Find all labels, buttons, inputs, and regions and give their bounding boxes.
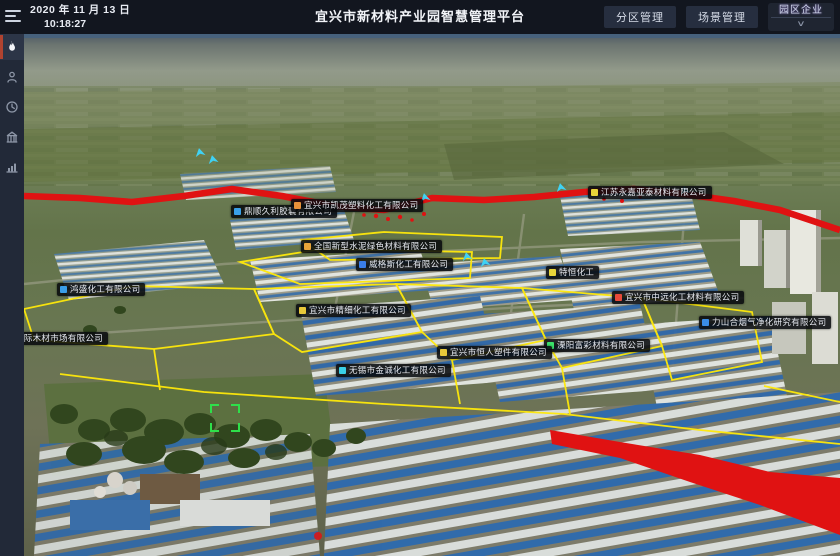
flame-icon <box>5 40 19 54</box>
park-enterprise-dropdown[interactable]: 园区企业 ∨ <box>768 3 834 31</box>
factory-icon <box>702 319 709 326</box>
company-name: 国际木材市场有限公司 <box>24 332 103 345</box>
factory-icon <box>615 294 622 301</box>
company-name: 江苏永嘉亚泰材料有限公司 <box>601 186 707 199</box>
company-name: 鸿盛化工有限公司 <box>70 283 140 296</box>
sidebar-item-person[interactable] <box>0 64 24 90</box>
scene-manage-button[interactable]: 场景管理 <box>686 6 758 28</box>
map-viewport[interactable]: 鼎顺久利胶囊有限公司宜兴市凯茂塑料化工有限公司全国新型水泥绿色材料有限公司威格斯… <box>24 34 840 556</box>
map-label-pill[interactable]: 溧阳富彩材料有限公司 <box>544 339 650 352</box>
company-name: 宜兴市精细化工有限公司 <box>309 304 406 317</box>
menu-icon[interactable] <box>5 10 21 23</box>
factory-icon <box>549 269 556 276</box>
topbar-actions: 分区管理 场景管理 园区企业 ∨ <box>604 0 834 34</box>
clock-icon <box>5 100 19 114</box>
map-label-pill[interactable]: 宜兴市恒人塑件有限公司 <box>437 346 552 359</box>
map-label-pill[interactable]: 江苏永嘉亚泰材料有限公司 <box>588 186 712 199</box>
company-name: 特恒化工 <box>559 266 594 279</box>
company-name: 宜兴市恒人塑件有限公司 <box>450 346 547 359</box>
sidebar <box>0 34 24 556</box>
topbar: 2020 年 11 月 13 日 10:18:27 宜兴市新材料产业园智慧管理平… <box>0 0 840 34</box>
factory-icon <box>304 243 311 250</box>
factory-icon <box>591 189 598 196</box>
company-name: 无锡市金诚化工有限公司 <box>349 364 446 377</box>
map-label-pill[interactable]: 威格斯化工有限公司 <box>356 258 453 271</box>
company-name: 全国新型水泥绿色材料有限公司 <box>314 240 437 253</box>
map-label-pill[interactable]: 全国新型水泥绿色材料有限公司 <box>301 240 442 253</box>
sidebar-item-monitor[interactable] <box>0 94 24 120</box>
company-name: 宜兴市中远化工材料有限公司 <box>625 291 739 304</box>
company-name: 威格斯化工有限公司 <box>369 258 448 271</box>
map-label-pill[interactable]: 宜兴市中远化工材料有限公司 <box>612 291 744 304</box>
bank-icon <box>5 130 19 144</box>
map-label-pill[interactable]: 宜兴市精细化工有限公司 <box>296 304 411 317</box>
factory-icon <box>359 261 366 268</box>
factory-icon <box>60 286 67 293</box>
selection-box <box>210 404 240 432</box>
smart-park-platform: 2020 年 11 月 13 日 10:18:27 宜兴市新材料产业园智慧管理平… <box>0 0 840 556</box>
map-label-pill[interactable]: 特恒化工 <box>546 266 599 279</box>
date-text: 2020 年 11 月 13 日 <box>30 4 130 17</box>
factory-icon <box>339 367 346 374</box>
company-name: 力山合烟气净化研究有限公司 <box>712 316 826 329</box>
company-name: 溧阳富彩材料有限公司 <box>557 339 645 352</box>
chart-icon <box>5 160 19 174</box>
sidebar-item-enterprise[interactable] <box>0 124 24 150</box>
sidebar-item-fire[interactable] <box>0 34 24 60</box>
chevron-down-icon: ∨ <box>796 18 805 30</box>
factory-icon <box>299 307 306 314</box>
person-icon <box>5 70 19 84</box>
park-enterprise-label: 园区企业 <box>779 3 823 17</box>
map-label-pill[interactable]: 无锡市金诚化工有限公司 <box>336 364 451 377</box>
map-label-pill[interactable]: 国际木材市场有限公司 <box>24 332 108 345</box>
map-label-pill[interactable]: 力山合烟气净化研究有限公司 <box>699 316 831 329</box>
factory-icon <box>294 202 301 209</box>
company-name: 宜兴市凯茂塑料化工有限公司 <box>304 199 418 212</box>
factory-icon <box>440 349 447 356</box>
map-label-pill[interactable]: 鸿盛化工有限公司 <box>57 283 145 296</box>
partition-manage-button[interactable]: 分区管理 <box>604 6 676 28</box>
time-text: 10:18:27 <box>44 18 130 31</box>
sidebar-item-statistics[interactable] <box>0 154 24 180</box>
map-label-pill[interactable]: 宜兴市凯茂塑料化工有限公司 <box>291 199 423 212</box>
datetime: 2020 年 11 月 13 日 10:18:27 <box>30 4 130 31</box>
factory-icon <box>234 208 241 215</box>
